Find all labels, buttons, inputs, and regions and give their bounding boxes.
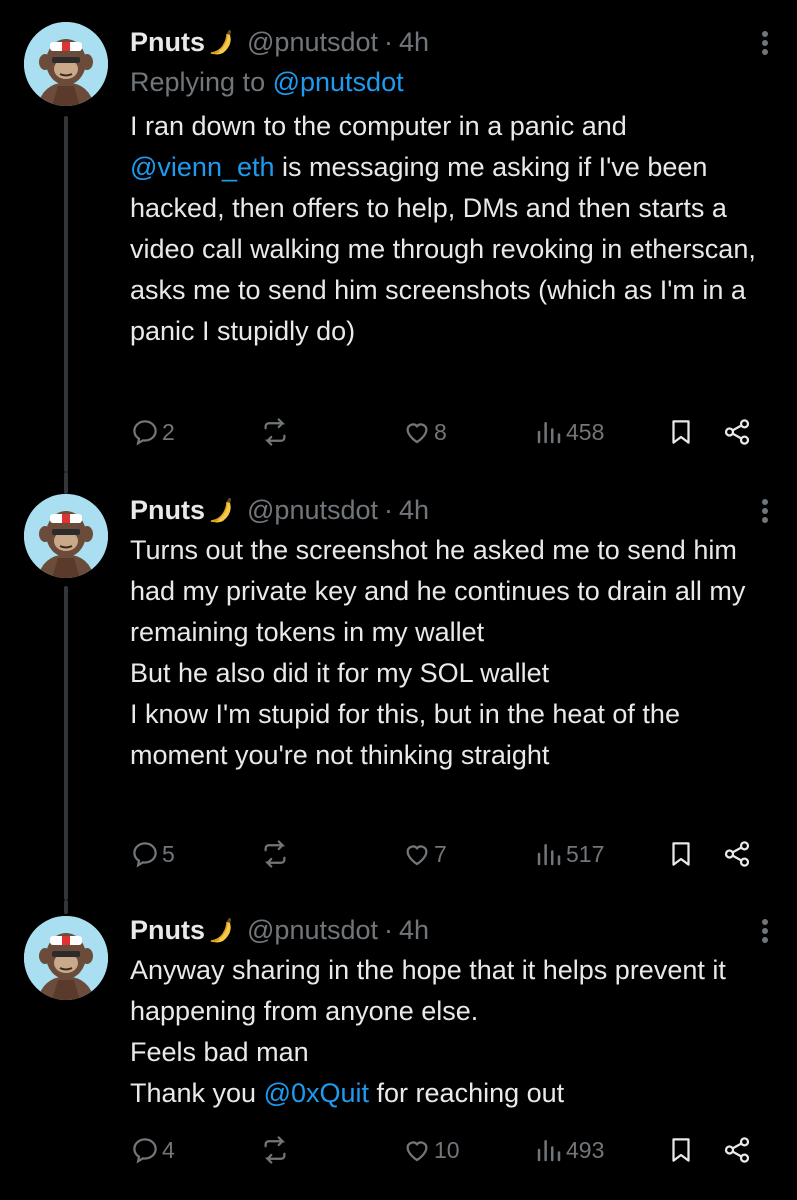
ape-avatar-icon (24, 494, 108, 578)
repost-button[interactable] (260, 1130, 292, 1170)
separator-dot: · (384, 914, 394, 945)
thread-line (64, 900, 68, 914)
separator-dot: · (384, 494, 394, 525)
banana-emoji-icon (210, 30, 232, 55)
like-count: 7 (434, 840, 447, 867)
like-button[interactable]: 10 (402, 1130, 460, 1170)
views-count: 517 (566, 840, 605, 867)
text-line: But he also did it for my SOL wallet (130, 658, 550, 688)
text-line: Thank you @0xQuit for reaching out (130, 1073, 777, 1114)
reply-button[interactable]: 4 (130, 1130, 175, 1170)
share-icon (724, 419, 750, 445)
share-icon (724, 841, 750, 867)
tweet-header: Pnuts @pnutsdot · 4h (130, 910, 777, 950)
views-count: 493 (566, 1136, 605, 1163)
handle[interactable]: @pnutsdot (247, 495, 378, 526)
more-icon[interactable] (753, 28, 777, 58)
share-button[interactable] (722, 834, 752, 874)
thread-line (64, 586, 68, 900)
bookmark-icon (672, 842, 690, 866)
text-line: Turns out the screenshot he asked me to … (130, 535, 746, 647)
tweet-text: Anyway sharing in the hope that it helps… (130, 950, 777, 1114)
tweet-text: I ran down to the computer in a panic an… (130, 106, 777, 352)
reply-icon (133, 420, 157, 446)
replying-to: Replying to @pnutsdot (130, 62, 777, 102)
like-button[interactable]: 8 (402, 412, 447, 452)
separator-dot: · (384, 26, 394, 57)
banana-emoji-icon (210, 918, 232, 943)
timestamp[interactable]: 4h (399, 27, 429, 58)
reply-icon (133, 842, 157, 868)
reply-button[interactable]: 2 (130, 412, 175, 452)
reply-count: 5 (162, 840, 175, 867)
thread-line (64, 116, 68, 472)
share-icon (724, 1137, 750, 1163)
like-count: 8 (434, 418, 447, 445)
action-bar: 4 10 493 (130, 1130, 770, 1170)
like-icon (406, 423, 428, 444)
repost-button[interactable] (260, 834, 292, 874)
reply-icon (133, 1138, 157, 1164)
reply-count: 4 (162, 1136, 175, 1163)
action-bar: 5 7 517 (130, 834, 770, 874)
text-part: for reaching out (369, 1078, 565, 1108)
banana-emoji-icon (210, 498, 232, 523)
timestamp[interactable]: 4h (399, 495, 429, 526)
tweet-header: Pnuts @pnutsdot · 4h (130, 22, 777, 62)
display-name[interactable]: Pnuts (130, 495, 205, 526)
handle[interactable]: @pnutsdot (247, 27, 378, 58)
more-icon[interactable] (753, 496, 777, 526)
bookmark-icon (672, 420, 690, 444)
bookmark-button[interactable] (666, 412, 696, 452)
repost-icon (264, 840, 286, 868)
tweet-1[interactable]: Pnuts @pnutsdot · 4h Replying to @pnutsd… (0, 22, 797, 472)
like-count: 10 (434, 1136, 460, 1163)
avatar[interactable] (24, 494, 108, 578)
display-name[interactable]: Pnuts (130, 915, 205, 946)
text-line: I know I'm stupid for this, but in the h… (130, 699, 680, 770)
avatar[interactable] (24, 22, 108, 106)
more-icon[interactable] (753, 916, 777, 946)
handle[interactable]: @pnutsdot (247, 915, 378, 946)
timestamp[interactable]: 4h (399, 915, 429, 946)
text-line: Feels bad man (130, 1037, 309, 1067)
views-button[interactable]: 458 (534, 412, 604, 452)
repost-icon (264, 1136, 286, 1164)
replying-to-link[interactable]: @pnutsdot (273, 67, 404, 97)
like-icon (406, 845, 428, 866)
share-button[interactable] (722, 1130, 752, 1170)
thread-line (64, 472, 68, 494)
share-button[interactable] (722, 412, 752, 452)
bookmark-icon (672, 1138, 690, 1162)
text-part: I ran down to the computer in a panic an… (130, 111, 627, 141)
like-icon (406, 1141, 428, 1162)
views-icon (537, 844, 561, 866)
reply-count: 2 (162, 418, 175, 445)
views-count: 458 (566, 418, 605, 445)
display-name[interactable]: Pnuts (130, 27, 205, 58)
replying-prefix: Replying to (130, 67, 273, 97)
like-button[interactable]: 7 (402, 834, 447, 874)
bookmark-button[interactable] (666, 834, 696, 874)
views-icon (537, 422, 561, 444)
text-part: Thank you (130, 1078, 264, 1108)
tweet-2[interactable]: Pnuts @pnutsdot · 4h Turns out the scree… (0, 472, 797, 900)
mention-link[interactable]: @0xQuit (264, 1078, 369, 1108)
views-button[interactable]: 493 (534, 1130, 604, 1170)
tweet-3[interactable]: Pnuts @pnutsdot · 4h Anyway sharing in t… (0, 900, 797, 1200)
reply-button[interactable]: 5 (130, 834, 175, 874)
views-button[interactable]: 517 (534, 834, 604, 874)
action-bar: 2 8 458 (130, 412, 770, 452)
text-line: Anyway sharing in the hope that it helps… (130, 955, 726, 1026)
repost-button[interactable] (260, 412, 292, 452)
repost-icon (264, 418, 286, 446)
views-icon (537, 1140, 561, 1162)
avatar[interactable] (24, 916, 108, 1000)
ape-avatar-icon (24, 22, 108, 106)
bookmark-button[interactable] (666, 1130, 696, 1170)
tweet-header: Pnuts @pnutsdot · 4h (130, 490, 777, 530)
tweet-text: Turns out the screenshot he asked me to … (130, 530, 777, 776)
ape-avatar-icon (24, 916, 108, 1000)
mention-link[interactable]: @vienn_eth (130, 152, 275, 182)
